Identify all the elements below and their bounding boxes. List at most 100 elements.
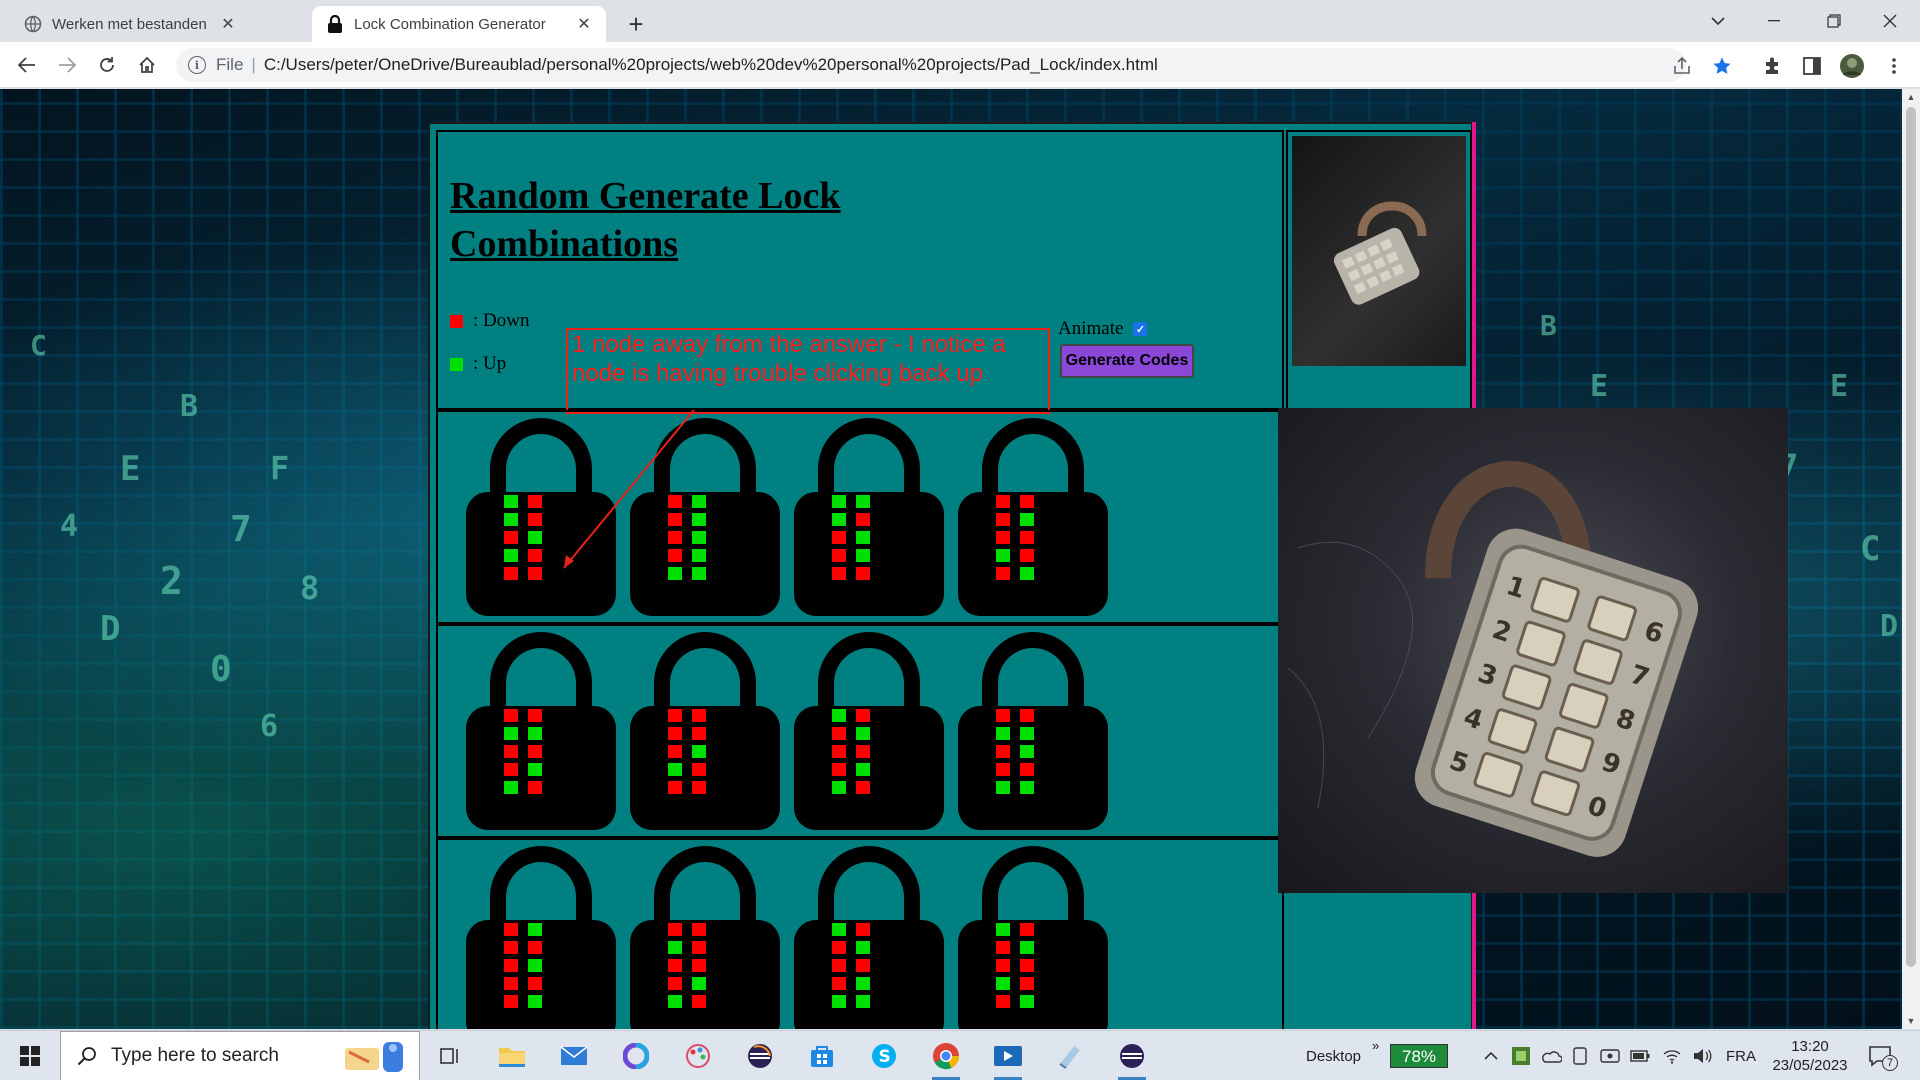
scroll-thumb[interactable] — [1906, 107, 1916, 967]
lock-node-button[interactable] — [528, 941, 542, 954]
store-icon[interactable] — [802, 1038, 842, 1074]
toolbar-chevron-icon[interactable]: » — [1372, 1031, 1379, 1080]
lock-node-button[interactable] — [692, 763, 706, 776]
tab-search-chevron-icon[interactable] — [1690, 0, 1746, 42]
lock-node-button[interactable] — [996, 995, 1010, 1008]
lock-node-button[interactable] — [504, 727, 518, 740]
lock-node-button[interactable] — [1020, 567, 1034, 580]
battery-icon[interactable] — [1630, 1031, 1650, 1080]
onedrive-cloud-icon[interactable] — [1540, 1031, 1562, 1080]
side-panel-icon[interactable] — [1798, 52, 1826, 80]
address-url[interactable]: C:/Users/peter/OneDrive/Bureaublad/perso… — [264, 55, 1158, 75]
lock-node-button[interactable] — [668, 495, 682, 508]
restore-button[interactable] — [1806, 0, 1862, 42]
notepad-icon[interactable] — [1050, 1038, 1090, 1074]
lock-node-button[interactable] — [856, 549, 870, 562]
tray-app-icon[interactable] — [1512, 1031, 1530, 1080]
lock-node-button[interactable] — [1020, 727, 1034, 740]
lock-node-button[interactable] — [528, 977, 542, 990]
lock-node-button[interactable] — [668, 781, 682, 794]
animate-toggle[interactable]: Animate ✓ — [1058, 318, 1148, 340]
lock-node-button[interactable] — [996, 709, 1010, 722]
lock-node-button[interactable] — [996, 959, 1010, 972]
task-view-icon[interactable] — [430, 1038, 470, 1074]
lock-node-button[interactable] — [668, 549, 682, 562]
lock-node-button[interactable] — [504, 995, 518, 1008]
lock-node-button[interactable] — [692, 941, 706, 954]
lock-node-button[interactable] — [832, 977, 846, 990]
lock-node-button[interactable] — [692, 923, 706, 936]
lock-node-button[interactable] — [528, 727, 542, 740]
lock-node-button[interactable] — [996, 531, 1010, 544]
lock-node-button[interactable] — [832, 567, 846, 580]
lock-node-button[interactable] — [856, 995, 870, 1008]
file-explorer-icon[interactable] — [492, 1038, 532, 1074]
lock-node-button[interactable] — [996, 977, 1010, 990]
page-scrollbar[interactable]: ▲ ▼ — [1902, 89, 1920, 1029]
lock-node-button[interactable] — [1020, 495, 1034, 508]
lock-node-button[interactable] — [692, 549, 706, 562]
battery-meter[interactable]: 78% — [1390, 1031, 1448, 1080]
lock-node-button[interactable] — [856, 941, 870, 954]
lock-node-button[interactable] — [668, 977, 682, 990]
avatar[interactable] — [1838, 52, 1866, 80]
lock-node-button[interactable] — [504, 567, 518, 580]
close-icon[interactable]: ✕ — [574, 14, 594, 34]
lock-node-button[interactable] — [668, 941, 682, 954]
lock-node-button[interactable] — [996, 549, 1010, 562]
lock-node-button[interactable] — [504, 923, 518, 936]
copilot-icon[interactable] — [616, 1038, 656, 1074]
lock-node-button[interactable] — [668, 745, 682, 758]
lock-node-button[interactable] — [856, 763, 870, 776]
lock-node-button[interactable] — [504, 977, 518, 990]
lock-node-button[interactable] — [668, 995, 682, 1008]
notifications-button[interactable]: 7 — [1868, 1031, 1898, 1080]
lock-node-button[interactable] — [504, 709, 518, 722]
lock-node-button[interactable] — [1020, 513, 1034, 526]
lock-node-button[interactable] — [1020, 745, 1034, 758]
show-hidden-icons-chevron-icon[interactable] — [1484, 1031, 1498, 1080]
lock-node-button[interactable] — [504, 745, 518, 758]
lock-node-button[interactable] — [528, 513, 542, 526]
lock-node-button[interactable] — [832, 531, 846, 544]
lock-node-button[interactable] — [856, 513, 870, 526]
lock-node-button[interactable] — [1020, 923, 1034, 936]
device-icon[interactable] — [1572, 1031, 1588, 1080]
lock-node-button[interactable] — [856, 727, 870, 740]
lock-node-button[interactable] — [668, 513, 682, 526]
lock-node-button[interactable] — [504, 781, 518, 794]
desktop-toolbar-label[interactable]: Desktop — [1306, 1031, 1361, 1080]
lock-node-button[interactable] — [856, 709, 870, 722]
lock-node-button[interactable] — [528, 709, 542, 722]
lock-node-button[interactable] — [856, 781, 870, 794]
lock-node-button[interactable] — [856, 959, 870, 972]
lock-node-button[interactable] — [996, 513, 1010, 526]
lock-node-button[interactable] — [528, 495, 542, 508]
lock-node-button[interactable] — [668, 709, 682, 722]
lock-node-button[interactable] — [528, 531, 542, 544]
lock-node-button[interactable] — [692, 727, 706, 740]
lock-node-button[interactable] — [996, 941, 1010, 954]
scroll-down-arrow-icon[interactable]: ▼ — [1902, 1013, 1920, 1029]
lock-node-button[interactable] — [996, 567, 1010, 580]
lock-node-button[interactable] — [1020, 549, 1034, 562]
lock-node-button[interactable] — [1020, 959, 1034, 972]
lock-node-button[interactable] — [832, 959, 846, 972]
lock-node-button[interactable] — [528, 959, 542, 972]
lock-node-button[interactable] — [668, 567, 682, 580]
lock-node-button[interactable] — [856, 923, 870, 936]
lock-node-button[interactable] — [528, 549, 542, 562]
lock-node-button[interactable] — [668, 959, 682, 972]
media-player-icon[interactable] — [988, 1038, 1028, 1080]
generate-codes-button[interactable]: Generate Codes — [1060, 344, 1194, 378]
start-button[interactable] — [10, 1038, 50, 1074]
chrome-icon[interactable] — [926, 1038, 966, 1080]
tab-werken-met-bestanden[interactable]: Werken met bestanden ✕ — [10, 6, 250, 42]
back-button[interactable] — [12, 50, 42, 80]
paint-icon[interactable] — [678, 1038, 718, 1074]
minimize-button[interactable] — [1746, 0, 1802, 42]
lock-node-button[interactable] — [1020, 709, 1034, 722]
lock-node-button[interactable] — [996, 781, 1010, 794]
lock-node-button[interactable] — [996, 495, 1010, 508]
lock-node-button[interactable] — [504, 941, 518, 954]
